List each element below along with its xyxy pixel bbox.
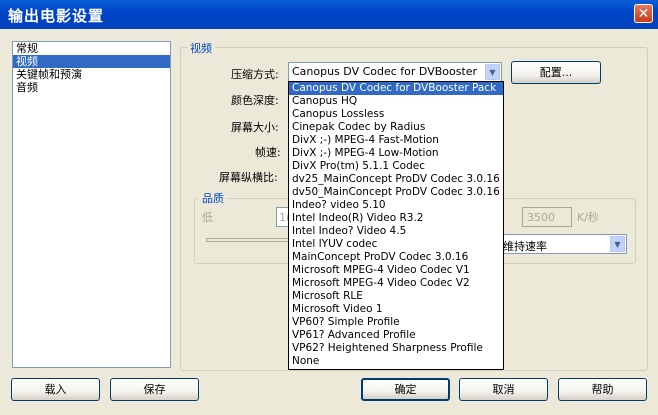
codec-option[interactable]: MainConcept ProDV Codec 3.0.16 bbox=[289, 251, 503, 264]
settings-category-list[interactable]: 常规 视频 关键帧和预演 音频 bbox=[12, 41, 171, 368]
codec-option[interactable]: Microsoft MPEG-4 Video Codec V1 bbox=[289, 264, 503, 277]
codec-option[interactable]: Intel Indeo(R) Video R3.2 bbox=[289, 212, 503, 225]
datarate-value: 3500 bbox=[527, 211, 555, 224]
codec-option[interactable]: DivX ;-) MPEG-4 Fast-Motion bbox=[289, 134, 503, 147]
video-group-title: 视频 bbox=[187, 40, 215, 56]
save-button[interactable]: 保存 bbox=[110, 378, 199, 401]
ok-button[interactable]: 确定 bbox=[361, 378, 450, 401]
datarate-input[interactable]: 3500 bbox=[522, 207, 572, 227]
sidebar-item-keyframes-preview[interactable]: 关键帧和预演 bbox=[13, 68, 170, 81]
quality-group-title: 品质 bbox=[199, 190, 227, 206]
codec-option[interactable]: dv25_MainConcept ProDV Codec 3.0.16 bbox=[289, 173, 503, 186]
codec-option[interactable]: None bbox=[289, 355, 503, 368]
cancel-button[interactable]: 取消 bbox=[459, 378, 548, 401]
rate-control-select[interactable]: 维持速率 ▼ bbox=[500, 234, 627, 254]
codec-option[interactable]: Canopus HQ bbox=[289, 95, 503, 108]
sidebar-item-general[interactable]: 常规 bbox=[13, 42, 170, 55]
codec-option[interactable]: Intel Indeo? Video 4.5 bbox=[289, 225, 503, 238]
frame-size-label: 屏幕大小: bbox=[231, 121, 279, 134]
window-title: 输出电影设置 bbox=[8, 7, 105, 25]
datarate-unit-label: K/秒 bbox=[577, 211, 599, 224]
codec-option[interactable]: Cinepak Codec by Radius bbox=[289, 121, 503, 134]
codec-option[interactable]: Microsoft Video 1 bbox=[289, 303, 503, 316]
help-button[interactable]: 帮助 bbox=[558, 378, 647, 401]
codec-option[interactable]: Intel IYUV codec bbox=[289, 238, 503, 251]
sidebar-item-audio[interactable]: 音频 bbox=[13, 81, 170, 94]
quality-low-label: 低 bbox=[202, 211, 213, 224]
codec-option[interactable]: DivX Pro(tm) 5.1.1 Codec bbox=[289, 160, 503, 173]
chevron-down-icon[interactable]: ▼ bbox=[610, 236, 625, 252]
codec-option[interactable]: VP60? Simple Profile bbox=[289, 316, 503, 329]
codec-option[interactable]: VP62? Heightened Sharpness Profile bbox=[289, 342, 503, 355]
codec-option[interactable]: Microsoft RLE bbox=[289, 290, 503, 303]
close-icon[interactable]: ✕ bbox=[634, 4, 653, 23]
sidebar-item-video[interactable]: 视频 bbox=[13, 55, 170, 68]
rate-control-value: 维持速率 bbox=[503, 240, 547, 253]
codec-option[interactable]: Indeo? video 5.10 bbox=[289, 199, 503, 212]
chevron-down-icon[interactable]: ▼ bbox=[485, 64, 500, 80]
codec-option[interactable]: VP61? Advanced Profile bbox=[289, 329, 503, 342]
load-button[interactable]: 载入 bbox=[11, 378, 100, 401]
title-bar: 输出电影设置 ✕ bbox=[0, 0, 658, 29]
codec-dropdown-list[interactable]: Canopus DV Codec for DVBooster Pack Canop… bbox=[288, 81, 504, 370]
codec-option[interactable]: dv50_MainConcept ProDV Codec 3.0.16 bbox=[289, 186, 503, 199]
compression-select[interactable]: Canopus DV Codec for DVBooster Pack ▼ bbox=[288, 62, 502, 96]
codec-option[interactable]: Canopus Lossless bbox=[289, 108, 503, 121]
codec-option[interactable]: Microsoft MPEG-4 Video Codec V2 bbox=[289, 277, 503, 290]
aspect-ratio-label: 屏幕纵横比: bbox=[219, 171, 278, 184]
codec-option[interactable]: DivX ;-) MPEG-4 Low-Motion bbox=[289, 147, 503, 160]
quality-slider-track[interactable] bbox=[206, 238, 290, 242]
codec-option[interactable]: Canopus DV Codec for DVBooster Pack bbox=[289, 82, 503, 95]
frame-rate-label: 帧速: bbox=[255, 146, 281, 159]
compression-label: 压缩方式: bbox=[231, 68, 279, 81]
color-depth-label: 颜色深度: bbox=[231, 94, 279, 107]
configure-button[interactable]: 配置... bbox=[511, 61, 601, 84]
